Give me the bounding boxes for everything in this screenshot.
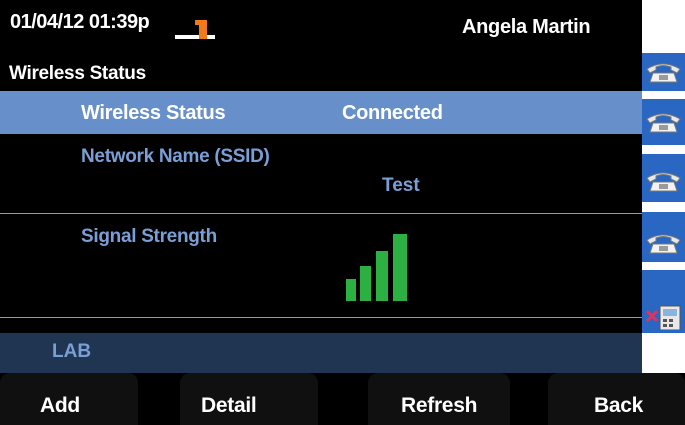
back-softkey[interactable]: Back bbox=[548, 373, 685, 425]
phone-line-icon bbox=[646, 234, 681, 254]
line-key-1[interactable] bbox=[642, 53, 685, 91]
line-key-4[interactable] bbox=[642, 212, 685, 262]
refresh-softkey[interactable]: Refresh bbox=[368, 373, 510, 425]
user-name: Angela Martin bbox=[462, 16, 591, 38]
line-key-column bbox=[642, 0, 685, 425]
signal-strength-label: Signal Strength bbox=[81, 226, 217, 247]
back-label: Back bbox=[594, 394, 644, 417]
off-hook-handset-icon bbox=[175, 20, 215, 39]
refresh-label: Refresh bbox=[401, 394, 478, 417]
detail-softkey[interactable]: Detail bbox=[180, 373, 318, 425]
status-bar: 01/04/12 01:39p Angela Martin bbox=[0, 0, 642, 53]
status-list: Wireless Status Connected Network Name (… bbox=[0, 91, 642, 333]
divider bbox=[0, 317, 642, 318]
phone-line-icon bbox=[646, 113, 681, 133]
softkey-bar: Add Detail Refresh Back bbox=[0, 373, 685, 425]
signal-bar-1 bbox=[346, 279, 356, 301]
wireless-status-value: Connected bbox=[342, 102, 443, 124]
add-label: Add bbox=[40, 394, 80, 417]
screen-header: Wireless Status bbox=[0, 53, 642, 91]
network-name-value: Test bbox=[382, 175, 420, 196]
call-forward-missed-icon bbox=[645, 305, 681, 330]
line-key-5[interactable] bbox=[642, 270, 685, 333]
date-time: 01/04/12 01:39p bbox=[10, 11, 150, 33]
signal-bar-4 bbox=[393, 234, 407, 301]
wireless-status-row[interactable]: Wireless Status Connected bbox=[0, 91, 642, 134]
network-name-label: Network Name (SSID) bbox=[81, 146, 270, 167]
add-softkey[interactable]: Add bbox=[0, 373, 138, 425]
phone-line-icon bbox=[646, 172, 681, 192]
page-title: Wireless Status bbox=[9, 63, 146, 84]
line-key-2[interactable] bbox=[642, 99, 685, 145]
signal-bar-3 bbox=[376, 251, 388, 301]
line-label: LAB bbox=[52, 341, 92, 362]
wireless-status-label: Wireless Status bbox=[81, 102, 226, 124]
phone-screen: 01/04/12 01:39p Angela Martin Wireless S… bbox=[0, 0, 685, 425]
phone-line-icon bbox=[646, 63, 681, 83]
line-key-3[interactable] bbox=[642, 154, 685, 202]
divider bbox=[0, 213, 642, 214]
line-label-strip: LAB bbox=[0, 333, 642, 373]
signal-bar-2 bbox=[360, 266, 371, 301]
detail-label: Detail bbox=[201, 394, 257, 417]
